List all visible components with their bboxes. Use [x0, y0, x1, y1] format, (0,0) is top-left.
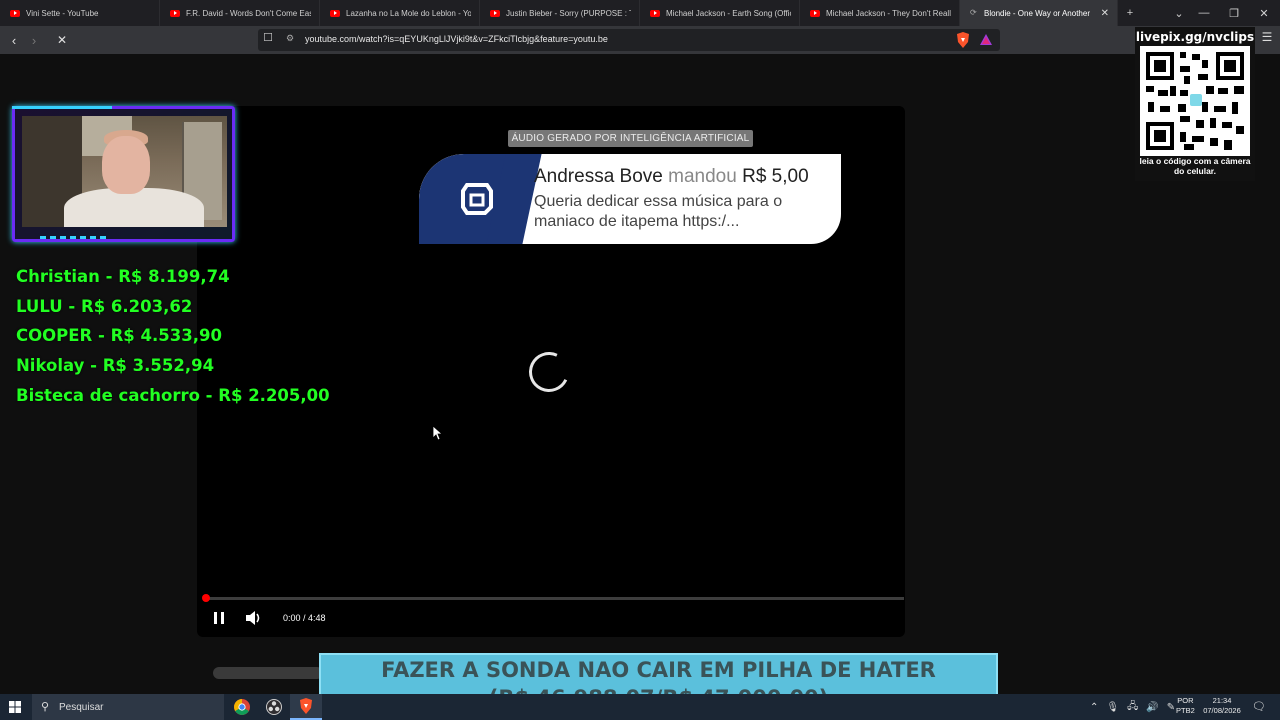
new-tab-button[interactable]: + — [1116, 0, 1144, 26]
donation-alert: Andressa Bove mandou R$ 5,00 Queria dedi… — [419, 154, 841, 244]
tab-title: Justin Bieber - Sorry (PURPOSE : The — [506, 8, 631, 18]
donor-leaderboard: Christian - R$ 8.199,74 LULU - R$ 6.203,… — [16, 262, 330, 411]
language-code: POR — [1177, 696, 1194, 705]
keyboard-layout: PTB2 — [1176, 706, 1195, 715]
ai-audio-badge: ÁUDIO GERADO POR INTELIGÊNCIA ARTIFICIAL — [508, 130, 753, 147]
youtube-icon — [650, 9, 660, 17]
browser-tab[interactable]: Lazanha no La Mole do Leblon - Yo — [320, 0, 480, 26]
clock-time: 21:34 — [1212, 696, 1232, 705]
youtube-icon — [10, 9, 20, 17]
tab-search-icon[interactable]: ⌄ — [1165, 0, 1193, 26]
youtube-icon — [810, 9, 820, 17]
leaderboard-entry: LULU - R$ 6.203,62 — [16, 296, 193, 316]
donor-name: Andressa Bove — [534, 166, 663, 187]
mouse-cursor-icon — [433, 426, 443, 440]
stop-loading-icon[interactable]: ✕ — [52, 30, 72, 50]
search-icon: ⚲ — [41, 701, 50, 713]
obs-icon — [266, 699, 282, 715]
tab-title: Michael Jackson - Earth Song (Offic — [666, 8, 791, 18]
progress-scrubber[interactable] — [202, 594, 210, 602]
url-text[interactable]: youtube.com/watch?is=qEYUKngLlJVjki9t&v=… — [305, 34, 608, 44]
minimize-icon[interactable]: — — [1190, 0, 1218, 26]
windows-taskbar: ⚲ Pesquisar ⌃ 🎙 🖧 🔊 ✎ POR PTB2 21:34 07/… — [0, 694, 1280, 720]
screen: Vini Sette - YouTube F.R. David - Words … — [0, 0, 1280, 720]
qr-code-icon — [1140, 46, 1250, 156]
progress-bar[interactable] — [205, 597, 904, 600]
browser-tab[interactable]: Vini Sette - YouTube — [0, 0, 160, 26]
livepix-logo-icon — [419, 154, 514, 244]
tab-title: Blondie - One Way or Another — [984, 8, 1090, 18]
tab-title: Michael Jackson - They Don't Really — [826, 8, 951, 18]
donation-header: Andressa Bove mandou R$ 5,00 — [534, 166, 809, 188]
back-icon[interactable]: ‹ — [4, 30, 24, 50]
notification-icon[interactable]: 🗨 — [1252, 700, 1266, 714]
goal-title: FAZER A SONDA NAO CAIR EM PILHA DE HATER — [381, 658, 936, 682]
clock-date: 07/08/2026 — [1203, 706, 1241, 715]
taskbar-clock[interactable]: 21:34 07/08/2026 — [1200, 696, 1244, 716]
browser-tab[interactable]: Michael Jackson - They Don't Really — [800, 0, 960, 26]
search-placeholder: Pesquisar — [59, 702, 104, 713]
browser-toolbar: ‹ › ✕ ☐ ⚙ youtube.com/watch?is=qEYUKngLl… — [0, 26, 1280, 54]
window-close-icon[interactable]: ✕ — [1250, 0, 1278, 26]
taskbar-obs[interactable] — [258, 694, 290, 720]
webcam-decoration — [40, 236, 110, 239]
bookmark-icon[interactable]: ☐ — [260, 31, 276, 49]
tab-title: F.R. David - Words Don't Come Easy — [186, 8, 311, 18]
brave-shield-icon[interactable] — [956, 32, 970, 48]
windows-logo-icon — [9, 701, 21, 713]
browser-tab[interactable]: F.R. David - Words Don't Come Easy — [160, 0, 320, 26]
chrome-icon — [234, 699, 250, 715]
horizontal-scrollbar[interactable] — [213, 667, 323, 679]
tab-title: Vini Sette - YouTube — [26, 8, 99, 18]
input-language[interactable]: POR PTB2 — [1176, 696, 1195, 716]
qr-caption: leia o código com a câmera do celular. — [1139, 156, 1251, 176]
volume-icon[interactable] — [244, 609, 264, 627]
tab-title: Lazanha no La Mole do Leblon - Yo — [346, 8, 471, 18]
speaker-icon[interactable]: 🔊 — [1146, 702, 1158, 713]
pause-button[interactable] — [211, 610, 227, 626]
donation-message: Queria dedicar essa música para o maniac… — [534, 193, 783, 230]
system-tray: ⌃ 🎙 🖧 🔊 ✎ — [1090, 694, 1175, 720]
youtube-icon — [490, 9, 500, 17]
browser-tab-strip: Vini Sette - YouTube F.R. David - Words … — [0, 0, 1280, 26]
webcam-feed — [22, 116, 227, 227]
microphone-icon[interactable]: 🎙 — [1106, 702, 1119, 713]
pen-icon[interactable]: ✎ — [1167, 702, 1175, 713]
close-tab-icon[interactable]: ✕ — [1101, 8, 1109, 19]
qr-overlay: livepix.gg/nvclips leia o código com a c… — [1135, 27, 1255, 181]
forward-icon[interactable]: › — [24, 30, 44, 50]
youtube-icon — [330, 9, 340, 17]
browser-tab[interactable]: Justin Bieber - Sorry (PURPOSE : The — [480, 0, 640, 26]
address-bar[interactable]: ☐ ⚙ youtube.com/watch?is=qEYUKngLlJVjki9… — [258, 29, 1000, 51]
site-info-icon[interactable]: ⚙ — [286, 33, 294, 44]
leaderboard-entry: Nikolay - R$ 3.552,94 — [16, 356, 215, 376]
network-icon[interactable]: 🖧 — [1127, 699, 1138, 716]
brave-icon — [300, 698, 312, 714]
browser-tab-active[interactable]: ⟳ Blondie - One Way or Another ✕ — [960, 0, 1118, 26]
donation-verb: mandou — [668, 166, 737, 187]
leaderboard-entry: COOPER - R$ 4.533,90 — [16, 326, 222, 346]
loading-icon: ⟳ — [970, 8, 977, 17]
leaderboard-entry: Bisteca de cachorro - R$ 2.205,00 — [16, 385, 330, 405]
start-button[interactable] — [0, 694, 30, 720]
taskbar-search[interactable]: ⚲ Pesquisar — [32, 694, 224, 720]
browser-menu-icon[interactable]: ☰ — [1258, 30, 1276, 50]
browser-tab[interactable]: Michael Jackson - Earth Song (Offic — [640, 0, 800, 26]
youtube-icon — [170, 9, 180, 17]
video-time: 0:00 / 4:48 — [283, 613, 326, 623]
donation-amount: R$ 5,00 — [742, 166, 809, 187]
leaderboard-entry: Christian - R$ 8.199,74 — [16, 267, 230, 286]
restore-icon[interactable]: ❐ — [1220, 0, 1248, 26]
brave-rewards-icon[interactable] — [980, 34, 992, 46]
chevron-up-icon[interactable]: ⌃ — [1090, 702, 1098, 713]
taskbar-chrome[interactable] — [226, 694, 258, 720]
taskbar-brave[interactable] — [290, 694, 322, 720]
qr-url: livepix.gg/nvclips — [1135, 30, 1255, 44]
